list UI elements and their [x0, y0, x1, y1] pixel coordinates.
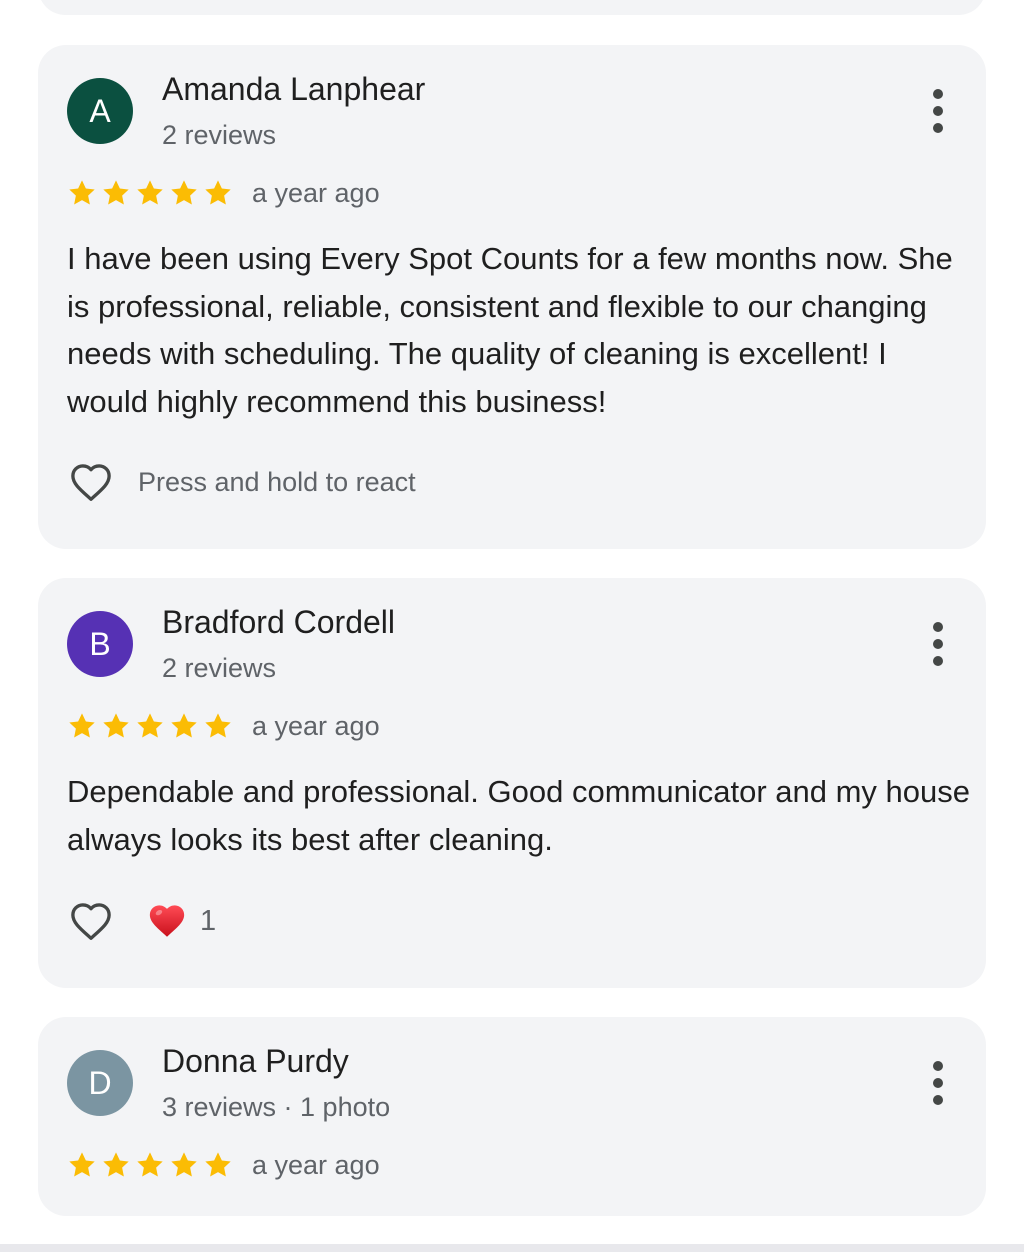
- star-rating: [66, 1149, 234, 1181]
- star-icon: [69, 713, 95, 738]
- star-icon: [103, 713, 129, 738]
- avatar[interactable]: A: [67, 78, 133, 144]
- review-date: a year ago: [252, 1149, 380, 1180]
- star-icon: [137, 180, 163, 205]
- heart-outline-icon[interactable]: [66, 457, 116, 507]
- previous-review-card: [38, 0, 986, 15]
- reviewer-name[interactable]: Bradford Cordell: [162, 604, 395, 641]
- review-card: D Donna Purdy 3 reviews · 1 photo a year…: [38, 1017, 986, 1216]
- review-card: A Amanda Lanphear 2 reviews a year ago I…: [38, 45, 986, 549]
- rating-row: a year ago: [66, 706, 380, 746]
- rating-row: a year ago: [66, 173, 380, 213]
- star-rating: [66, 710, 234, 742]
- reviewer-name[interactable]: Donna Purdy: [162, 1043, 349, 1080]
- avatar[interactable]: B: [67, 611, 133, 677]
- react-row: 1: [66, 896, 216, 946]
- react-hint: Press and hold to react: [138, 466, 416, 497]
- star-icon: [171, 1152, 197, 1177]
- star-icon: [103, 180, 129, 205]
- heart-outline-icon[interactable]: [66, 896, 116, 946]
- more-vert-icon[interactable]: [930, 1061, 946, 1105]
- star-icon: [137, 713, 163, 738]
- star-icon: [205, 180, 231, 205]
- avatar[interactable]: D: [67, 1050, 133, 1116]
- reviewer-meta: 2 reviews: [162, 653, 277, 683]
- review-date: a year ago: [252, 177, 380, 208]
- reviewer-meta: 2 reviews: [162, 120, 277, 150]
- star-icon: [137, 1152, 163, 1177]
- reviewer-name[interactable]: Amanda Lanphear: [162, 71, 425, 108]
- review-date: a year ago: [252, 710, 380, 741]
- bottom-divider: [0, 1244, 1024, 1252]
- review-text: I have been using Every Spot Counts for …: [67, 241, 953, 419]
- star-rating: [66, 177, 234, 209]
- rating-row: a year ago: [66, 1145, 380, 1185]
- review-text: Dependable and professional. Good commun…: [67, 774, 970, 857]
- star-icon: [205, 1152, 231, 1177]
- more-vert-icon[interactable]: [930, 89, 946, 133]
- reviews-page: A Amanda Lanphear 2 reviews a year ago I…: [0, 0, 1024, 1252]
- reviewer-meta: 3 reviews · 1 photo: [162, 1092, 391, 1122]
- more-vert-icon[interactable]: [930, 622, 946, 666]
- star-icon: [171, 713, 197, 738]
- red-heart-icon: [149, 905, 185, 937]
- react-row: Press and hold to react: [66, 457, 416, 507]
- star-icon: [103, 1152, 129, 1177]
- reaction-count: 1: [200, 904, 217, 937]
- review-card: B Bradford Cordell 2 reviews a year ago …: [38, 578, 986, 988]
- star-icon: [69, 1152, 95, 1177]
- star-icon: [205, 713, 231, 738]
- star-icon: [69, 180, 95, 205]
- reaction-chip[interactable]: 1: [146, 900, 216, 942]
- star-icon: [171, 180, 197, 205]
